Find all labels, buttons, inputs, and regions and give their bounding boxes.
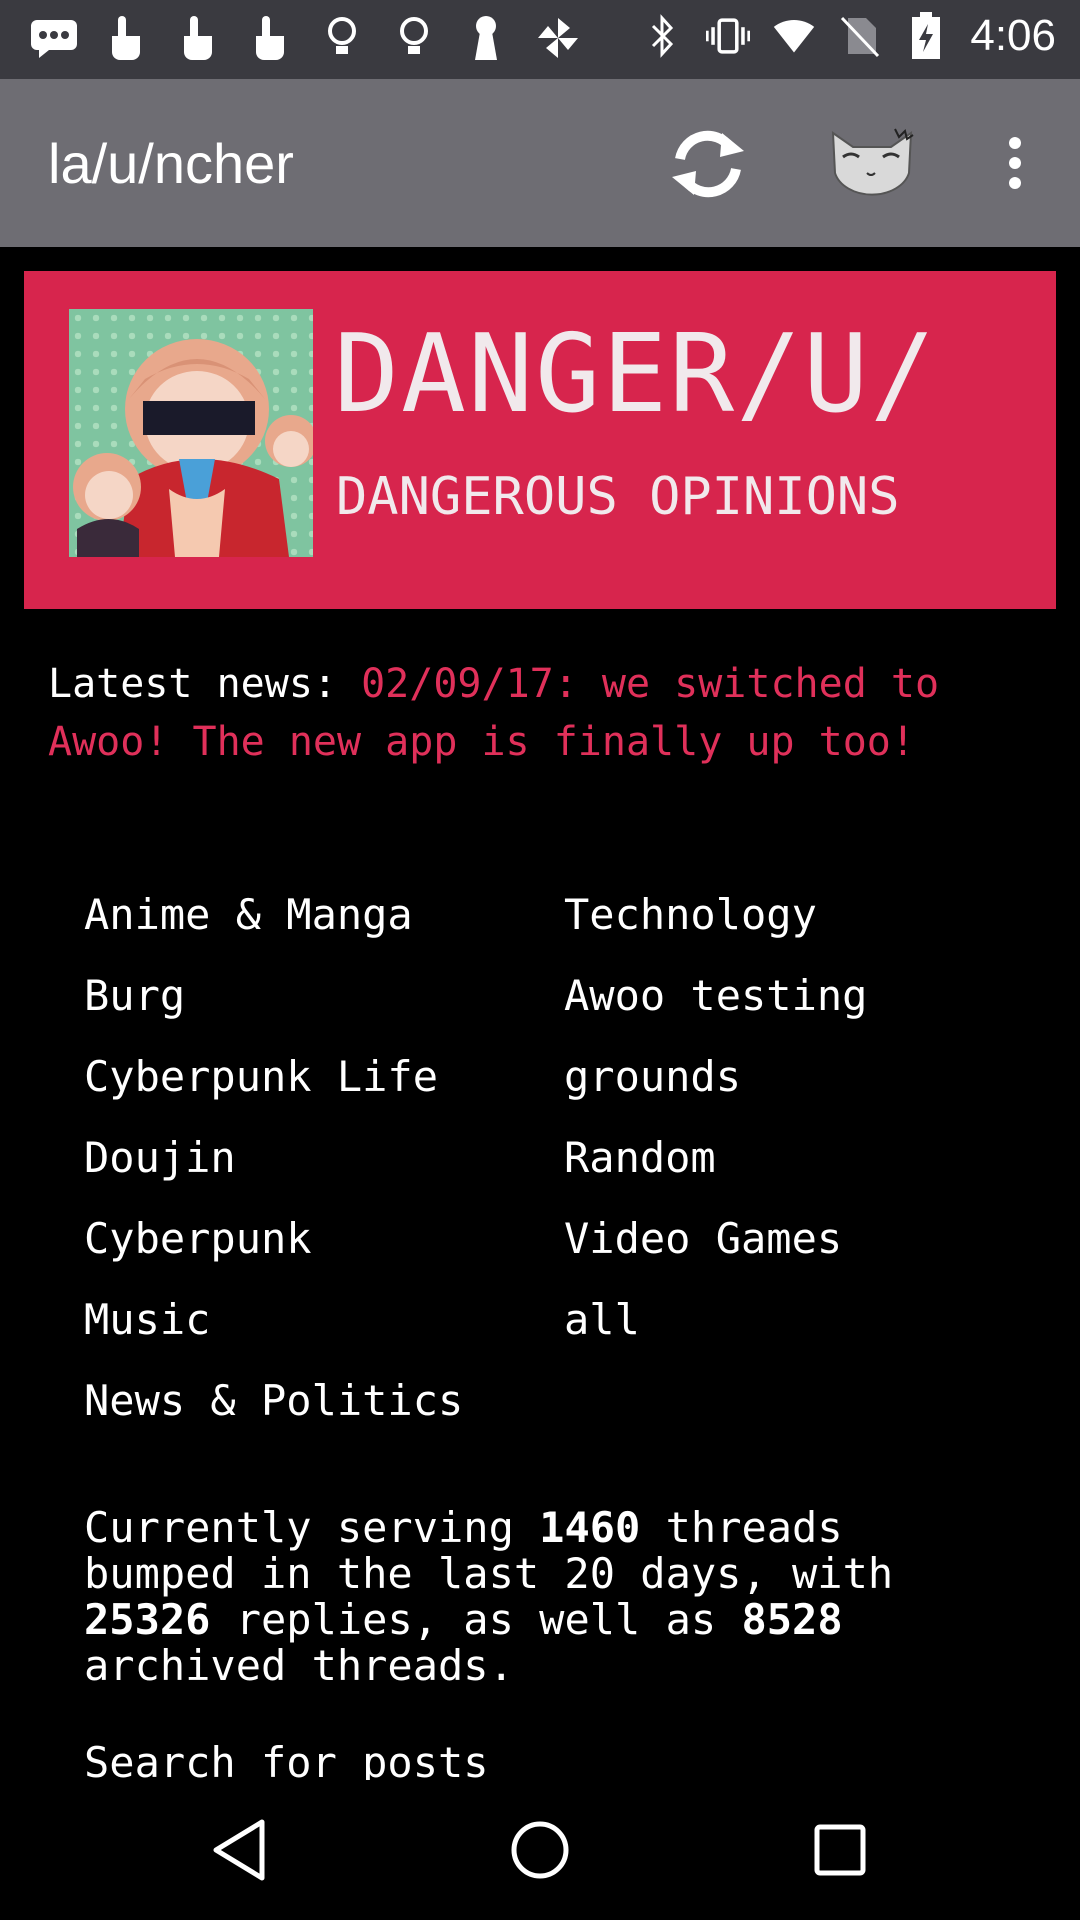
board-link-video-games[interactable]: Video Games xyxy=(564,1214,1044,1263)
archived-count: 8528 xyxy=(741,1595,843,1644)
board-link-technology[interactable]: Technology xyxy=(564,890,1044,939)
board-link-doujin[interactable]: Doujin xyxy=(84,1133,564,1182)
stats-suffix: archived threads. xyxy=(84,1641,514,1690)
back-icon xyxy=(213,1819,265,1881)
app-bar: la/u/ncher xyxy=(0,79,1080,247)
wifi-icon xyxy=(772,10,816,62)
recent-apps-icon xyxy=(814,1824,866,1876)
board-link-cyberpunk-life[interactable]: Cyberpunk Life xyxy=(84,1052,564,1101)
latest-news: Latest news: 02/09/17: we switched to Aw… xyxy=(48,655,1048,771)
reply-count: 25326 xyxy=(84,1595,211,1644)
bluetooth-icon xyxy=(640,10,684,62)
touch-icon xyxy=(172,12,224,64)
overflow-menu-button[interactable] xyxy=(990,123,1040,203)
back-button[interactable] xyxy=(200,1810,280,1890)
app-title: la/u/ncher xyxy=(48,132,294,195)
touch-icon xyxy=(100,12,152,64)
refresh-button[interactable] xyxy=(660,119,756,209)
no-sim-icon xyxy=(838,10,882,62)
message-icon xyxy=(28,12,80,64)
board-link-cyberpunk[interactable]: Cyberpunk xyxy=(84,1214,564,1263)
touch-icon xyxy=(244,12,296,64)
board-link-burg[interactable]: Burg xyxy=(84,971,564,1020)
stats-mid2: replies, as well as xyxy=(235,1595,717,1644)
status-bar: 4:06 xyxy=(0,0,1080,79)
keyhole-icon xyxy=(460,12,512,64)
banner-title: DANGER/U/ xyxy=(334,312,938,437)
recent-apps-button[interactable] xyxy=(800,1810,880,1890)
board-link-anime-manga[interactable]: Anime & Manga xyxy=(84,890,564,939)
clock: 4:06 xyxy=(970,11,1056,60)
overflow-menu-icon xyxy=(1009,137,1021,189)
board-link-random[interactable]: Random xyxy=(564,1133,1044,1182)
banner-subtitle: DANGEROUS OPINIONS xyxy=(336,467,900,527)
vibrate-icon xyxy=(706,10,751,62)
board-link-awoo-testing[interactable]: Awoo testing xyxy=(564,971,1044,1020)
board-link-news-politics[interactable]: News & Politics xyxy=(84,1376,564,1425)
stats-prefix: Currently serving xyxy=(84,1503,514,1552)
board-link-grounds[interactable]: grounds xyxy=(564,1052,1044,1101)
bulb-icon xyxy=(388,12,440,64)
home-button[interactable] xyxy=(500,1810,580,1890)
board-link-all[interactable]: all xyxy=(564,1295,1044,1344)
bulb-icon xyxy=(316,12,368,64)
home-icon xyxy=(511,1821,569,1879)
system-icons: 4:06 xyxy=(640,10,1056,62)
notification-icons xyxy=(28,12,584,64)
board-avatar-button[interactable] xyxy=(822,117,922,209)
refresh-icon xyxy=(672,130,744,198)
thread-count: 1460 xyxy=(539,1503,641,1552)
site-stats: Currently serving 1460 threads bumped in… xyxy=(84,1505,984,1689)
board-banner: DANGER/U/ DANGEROUS OPINIONS xyxy=(24,271,1056,609)
navigation-bar xyxy=(0,1780,1080,1920)
avatar-icon xyxy=(831,128,914,196)
pinwheel-icon xyxy=(532,12,584,64)
board-link-music[interactable]: Music xyxy=(84,1295,564,1344)
board-list: Anime & Manga Technology Burg Awoo testi… xyxy=(84,890,1044,1425)
news-label: Latest news: xyxy=(48,661,337,707)
banner-image xyxy=(69,309,313,557)
battery-charging-icon xyxy=(904,10,948,62)
